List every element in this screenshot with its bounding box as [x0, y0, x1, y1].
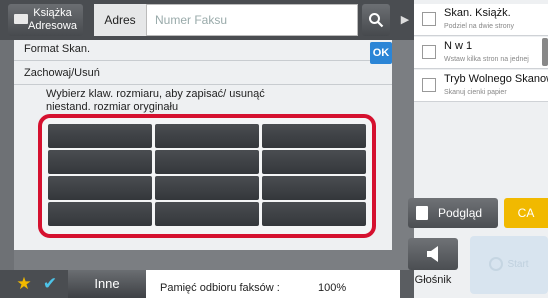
option-slow-scan[interactable]: Tryb Wolnego Skanowania Skanuj cienki pa… — [414, 70, 548, 102]
start-button[interactable]: Start — [470, 236, 548, 294]
memory-status-label: Pamięć odbioru faksów : — [146, 270, 400, 298]
scan-size-dialog: Format Skan. Zachowaj/Usuń OK Wybierz kl… — [14, 40, 392, 250]
option-title: N w 1 — [444, 40, 473, 52]
other-button[interactable]: Inne — [68, 270, 146, 298]
size-key[interactable] — [48, 124, 152, 148]
preview-label: Podgląd — [438, 206, 483, 220]
size-keys-grid — [48, 124, 366, 228]
size-key[interactable] — [155, 124, 259, 148]
fax-number-input[interactable]: Numer Faksu — [146, 4, 358, 36]
checkmark-icon[interactable]: ✔ — [36, 272, 64, 296]
dialog-instruction: Wybierz klaw. rozmiaru, aby zapisać/ usu… — [46, 88, 265, 113]
size-key[interactable] — [48, 176, 152, 200]
favorite-star-icon[interactable]: ★ — [12, 272, 36, 296]
address-book-icon — [14, 14, 28, 24]
option-title: Tryb Wolnego Skanowania — [444, 73, 548, 85]
speaker-icon — [427, 246, 438, 262]
size-keys-highlight — [38, 114, 376, 238]
size-key[interactable] — [48, 150, 152, 174]
option-desc: Wstaw kilka stron na jednej — [444, 56, 529, 63]
option-n-up[interactable]: N w 1 Wstaw kilka stron na jednej — [414, 37, 548, 69]
size-key[interactable] — [262, 150, 366, 174]
option-checkbox[interactable] — [422, 45, 436, 59]
option-desc: Skanuj cienki papier — [444, 89, 507, 96]
search-button[interactable] — [362, 4, 390, 36]
size-key[interactable] — [262, 176, 366, 200]
dialog-subtitle: Zachowaj/Usuń — [24, 67, 100, 79]
speaker-label: Głośnik — [414, 274, 452, 286]
size-key[interactable] — [262, 202, 366, 226]
option-desc: Podziel na dwie strony — [444, 23, 515, 30]
search-icon — [369, 13, 384, 28]
dialog-title: Format Skan. — [24, 43, 91, 55]
left-edge — [0, 40, 14, 270]
preview-button[interactable]: Podgląd — [408, 198, 498, 228]
preview-icon — [416, 206, 428, 220]
start-label: Start — [507, 259, 529, 270]
size-key[interactable] — [155, 150, 259, 174]
address-button[interactable]: Adres — [94, 4, 146, 36]
clear-all-button[interactable]: CA — [504, 198, 548, 228]
divider — [14, 84, 392, 85]
speaker-button[interactable] — [408, 238, 458, 270]
option-title: Skan. Książk. — [444, 7, 511, 19]
memory-status-value: 100% — [318, 282, 347, 294]
size-key[interactable] — [155, 202, 259, 226]
ok-button[interactable]: OK — [370, 42, 392, 64]
arrow-forward-icon[interactable]: ▶ — [396, 4, 414, 36]
address-book-button[interactable]: Książka Adresowa — [8, 4, 83, 36]
size-key[interactable] — [262, 124, 366, 148]
start-icon — [489, 257, 504, 272]
option-book-scan[interactable]: Skan. Książk. Podziel na dwie strony — [414, 4, 548, 36]
option-checkbox[interactable] — [422, 78, 436, 92]
divider — [14, 60, 370, 61]
size-key[interactable] — [155, 176, 259, 200]
size-key[interactable] — [48, 202, 152, 226]
scrollbar[interactable] — [542, 38, 548, 66]
option-checkbox[interactable] — [422, 12, 436, 26]
